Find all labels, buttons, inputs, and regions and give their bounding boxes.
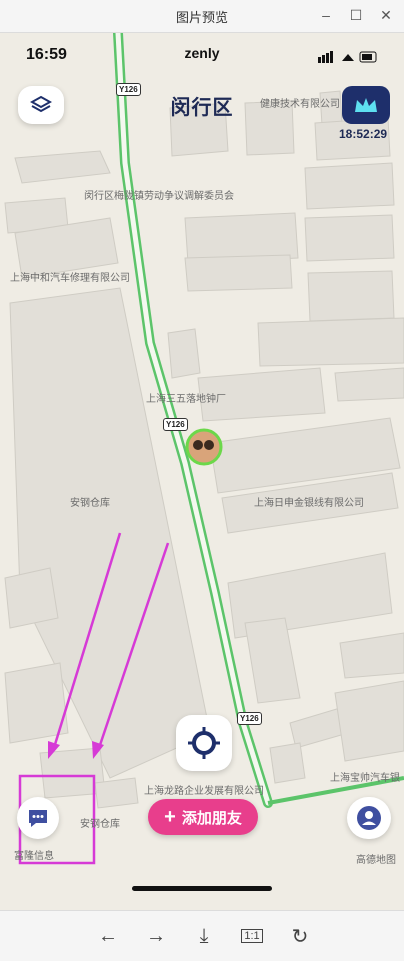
premium-button[interactable] [342, 86, 390, 124]
crown-icon [355, 98, 377, 112]
crosshair-icon [188, 727, 220, 759]
building [14, 150, 111, 184]
poi-label: 上海中和汽车修理有限公司 [10, 273, 130, 284]
friend-avatar-face [193, 440, 203, 450]
friend-avatar-face [204, 440, 214, 450]
map-clock: 18:52:29 [339, 127, 388, 141]
building [244, 617, 301, 704]
poi-label: 健康技术有限公司 [260, 99, 340, 110]
chat-button[interactable] [17, 797, 59, 839]
building [304, 162, 395, 210]
poi-label: 上海日申金银线有限公司 [254, 498, 364, 509]
poi-label: 上海三五落地钟厂 [146, 394, 226, 405]
viewer-toolbar: ← → ⤓ 1:1 ↻ [0, 910, 404, 961]
building [304, 214, 395, 262]
road-tag: Y126 [163, 418, 188, 431]
poi-label: 闵行区梅陇镇劳动争议调解委员会 [84, 191, 234, 202]
poi-label: 富隆信息 [14, 851, 54, 862]
building [307, 270, 395, 322]
poi-label: 安钢仓库 [70, 498, 110, 509]
building [257, 317, 404, 367]
profile-button[interactable] [347, 797, 391, 839]
locate-me-button[interactable] [176, 715, 232, 771]
download-button[interactable]: ⤓ [189, 921, 219, 951]
road-tag: Y126 [237, 712, 262, 725]
building [167, 328, 201, 379]
friend-avatar [185, 428, 223, 466]
poi-label: 上海龙路企业发展有限公司 [144, 786, 264, 797]
app-name: zenly [184, 45, 220, 61]
actual-size-label: 1:1 [241, 929, 263, 943]
building [334, 367, 404, 402]
building [269, 742, 306, 784]
back-button[interactable]: ← [93, 921, 123, 951]
profile-icon [357, 806, 381, 830]
close-button[interactable]: ✕ [374, 4, 398, 26]
forward-button[interactable]: → [141, 921, 171, 951]
building [94, 777, 139, 809]
maximize-button[interactable]: ☐ [344, 4, 368, 26]
building [184, 254, 293, 292]
building [4, 567, 59, 629]
plus-icon: + [164, 805, 176, 828]
actual-size-button[interactable]: 1:1 [237, 921, 267, 951]
chat-bubble-icon [29, 810, 47, 827]
window-titlebar: 图片预览 – ☐ ✕ [0, 0, 404, 33]
building [334, 680, 404, 762]
minimize-button[interactable]: – [314, 4, 338, 26]
phone-screen: 16:59 zenly 闵行区 18:52:29 健康技术有限公司 闵行区梅陇镇… [0, 33, 404, 910]
home-indicator [132, 886, 272, 891]
add-friend-button[interactable]: + 添加朋友 [148, 799, 258, 835]
rotate-button[interactable]: ↻ [285, 921, 315, 951]
building [339, 632, 404, 679]
road-tag: Y126 [116, 83, 141, 96]
poi-label: 安钢仓库 [80, 819, 120, 830]
poi-label: 上海宝帅汽车银 [330, 773, 400, 784]
add-friend-label: 添加朋友 [181, 809, 242, 827]
map-attribution: 高德地图 [356, 855, 396, 866]
